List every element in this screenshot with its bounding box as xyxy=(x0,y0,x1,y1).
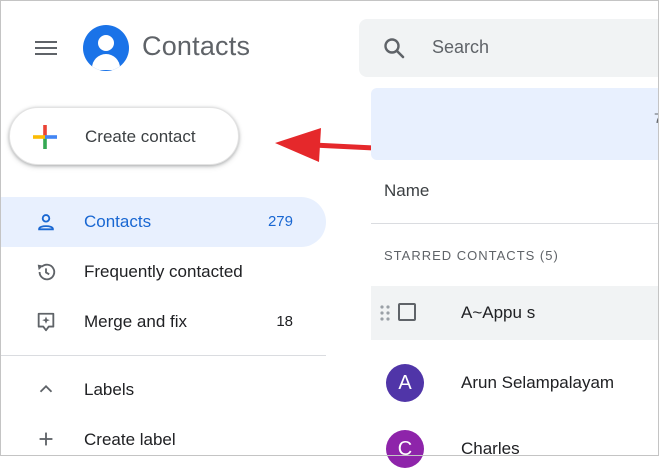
labels-section-toggle[interactable]: Labels xyxy=(0,367,326,411)
app-title: Contacts xyxy=(142,31,251,61)
avatar: C xyxy=(386,430,424,468)
sidebar-item-count: 279 xyxy=(267,213,293,230)
menu-icon-bar xyxy=(35,41,57,43)
sidebar-item-merge-and-fix[interactable]: Merge and fix 18 xyxy=(0,297,326,347)
starred-section-label: STARRED CONTACTS (5) xyxy=(384,248,559,263)
merge-fix-icon xyxy=(37,312,55,332)
create-contact-button[interactable]: Create contact xyxy=(9,107,239,165)
header-divider xyxy=(371,223,659,224)
main-menu-button[interactable] xyxy=(32,34,60,62)
labels-heading: Labels xyxy=(84,380,135,399)
search-bar[interactable] xyxy=(359,19,659,77)
sidebar-nav: Contacts 279 Frequently contacted Merge … xyxy=(0,197,326,347)
contact-row[interactable]: C Charles xyxy=(371,422,659,476)
contact-name: A~Appu s xyxy=(461,303,536,322)
contact-row[interactable]: A Arun Selampalayam xyxy=(371,356,659,410)
search-input[interactable] xyxy=(432,37,652,58)
name-column-header[interactable]: Name xyxy=(384,181,429,201)
row-checkbox[interactable] xyxy=(398,303,416,321)
info-banner: 7 xyxy=(371,88,659,160)
chevron-up-icon xyxy=(39,384,53,393)
person-outline-icon xyxy=(38,214,54,231)
avatar: A xyxy=(386,364,424,402)
history-icon xyxy=(37,263,56,281)
sidebar-item-label: Frequently contacted xyxy=(84,262,243,281)
sidebar-item-count: 18 xyxy=(276,313,293,330)
contacts-logo-icon xyxy=(83,25,129,71)
plus-icon xyxy=(33,125,57,149)
sidebar-item-label: Contacts xyxy=(84,212,152,231)
drag-handle-icon[interactable] xyxy=(379,304,391,322)
contact-name: Charles xyxy=(461,439,520,458)
create-label-text: Create label xyxy=(84,430,176,449)
search-icon xyxy=(384,38,405,59)
menu-icon-bar xyxy=(35,47,57,49)
sidebar-divider xyxy=(0,355,326,356)
sidebar-item-label: Merge and fix xyxy=(84,312,187,331)
contact-row[interactable]: A~Appu s xyxy=(371,286,659,340)
banner-text: 7 xyxy=(654,110,659,126)
plus-icon xyxy=(39,432,53,446)
menu-icon-bar xyxy=(35,53,57,55)
create-label-button[interactable]: Create label xyxy=(0,417,326,461)
create-contact-label: Create contact xyxy=(85,127,196,146)
sidebar-item-frequently-contacted[interactable]: Frequently contacted xyxy=(0,247,326,297)
contact-name: Arun Selampalayam xyxy=(461,373,615,392)
sidebar-item-contacts[interactable]: Contacts 279 xyxy=(0,197,326,247)
